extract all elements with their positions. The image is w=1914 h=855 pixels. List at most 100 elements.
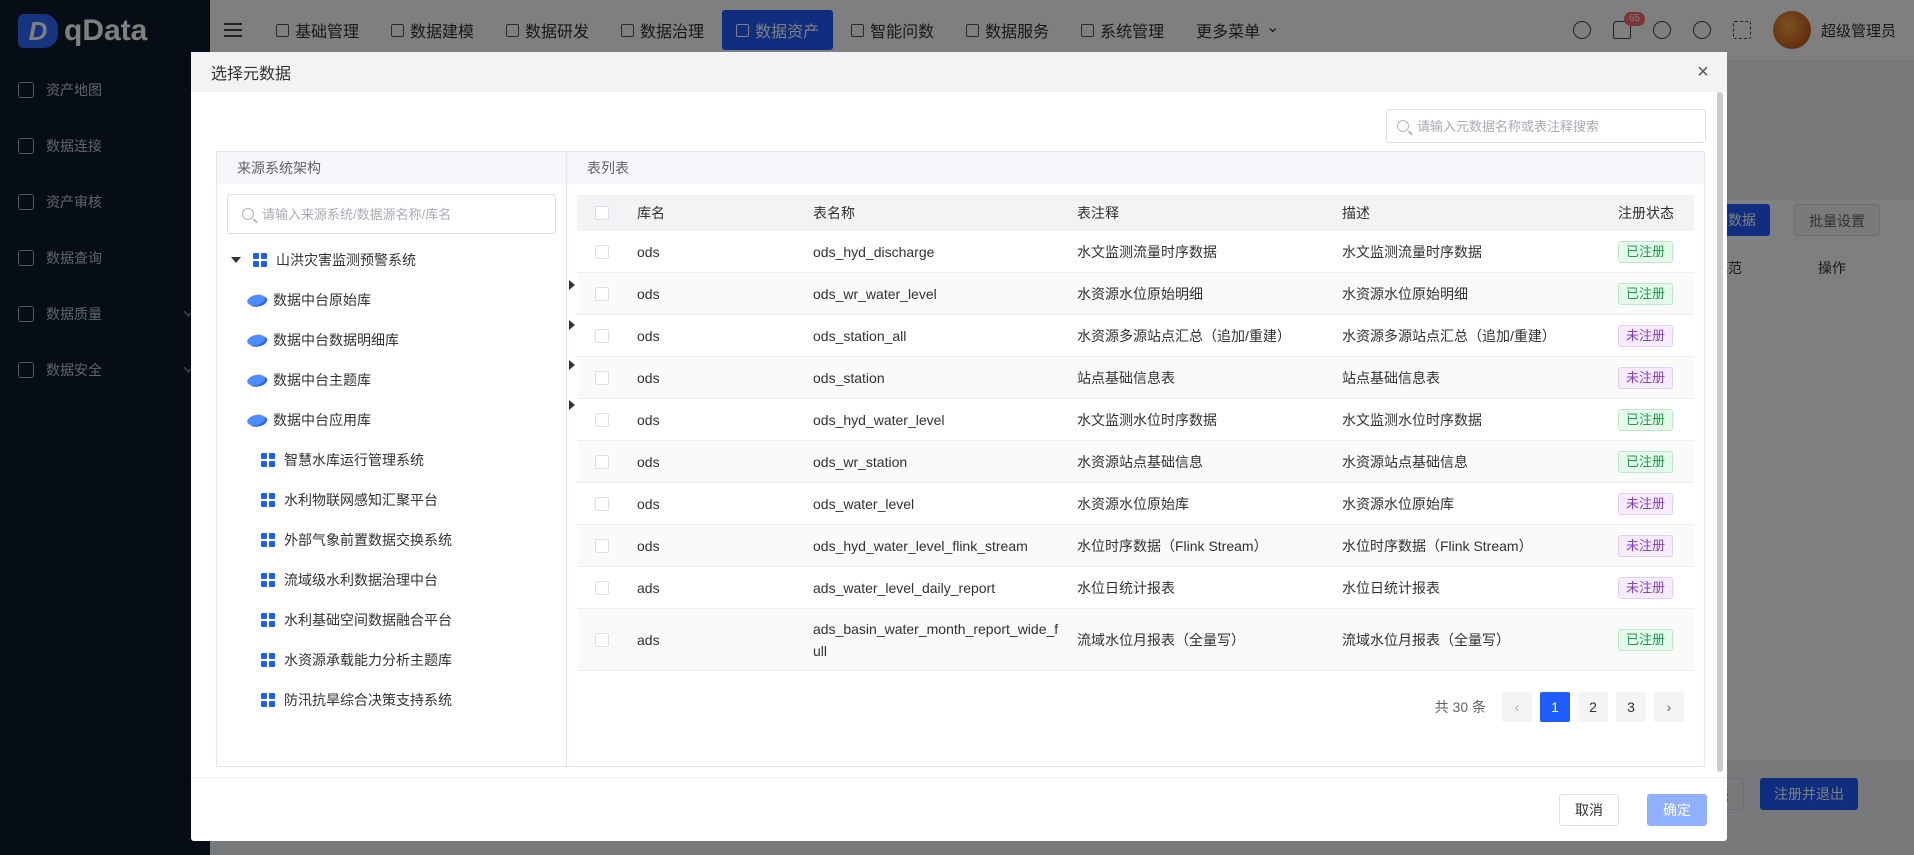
tree-node-label: 智慧水库运行管理系统 [284,452,424,468]
cell-comment: 水文监测水位时序数据 [1077,411,1217,428]
row-checkbox[interactable] [595,412,609,427]
row-checkbox[interactable] [595,370,609,385]
tree-node-label: 山洪灾害监测预警系统 [276,252,416,268]
database-icon [246,412,266,428]
next-page-button[interactable]: › [1654,692,1684,722]
cell-db: ods [637,285,660,302]
cell-name: ods_hyd_water_level [813,411,945,428]
dialog-scrollbar[interactable] [1717,92,1723,772]
status-badge: 已注册 [1618,282,1674,305]
cell-db: ods [637,411,660,428]
cell-db: ods [637,537,660,554]
cell-db: ods [637,327,660,344]
table-row[interactable]: ods ods_wr_station 水资源站点基础信息 水资源站点基础信息 已注册 [577,441,1694,483]
system-grid-icon [261,492,276,508]
confirm-button[interactable]: 确定 [1647,794,1707,826]
cell-desc: 站点基础信息表 [1342,369,1440,386]
table-row[interactable]: ods ods_wr_water_level 水资源水位原始明细 水资源水位原始明细 已… [577,273,1694,315]
row-checkbox[interactable] [595,454,609,469]
row-checkbox[interactable] [595,244,609,259]
tree-node-label: 数据中台原始库 [273,292,371,308]
tree-node-db[interactable]: 数据中台主题库 [217,360,575,400]
tree-node-system[interactable]: 水资源承载能力分析主题库 [217,640,566,680]
cell-name: ods_water_level [813,495,915,512]
tree-node-root[interactable]: 山洪灾害监测预警系统 [217,240,566,280]
cell-comment: 水资源水位原始库 [1077,495,1189,512]
system-grid-icon [253,252,268,268]
cell-desc: 水位时序数据（Flink Stream） [1342,537,1533,554]
row-checkbox[interactable] [595,580,609,595]
tree-node-db[interactable]: 数据中台原始库 [217,280,575,320]
tree-search-box [227,194,556,234]
row-checkbox[interactable] [595,632,609,647]
tree-node-system[interactable]: 外部气象前置数据交换系统 [217,520,566,560]
table-row[interactable]: ads ads_basin_water_month_report_wide_ful… [577,609,1694,671]
cell-comment: 流域水位月报表（全量写） [1077,631,1245,648]
database-icon [246,372,266,388]
cell-name: ods_station_all [813,327,907,344]
page-button-3[interactable]: 3 [1616,692,1646,722]
cell-desc: 水文监测水位时序数据 [1342,411,1482,428]
table-row[interactable]: ods ods_hyd_discharge 水文监测流量时序数据 水文监测流量时序数据… [577,231,1694,273]
tree-node-db[interactable]: 数据中台应用库 [217,400,575,440]
cell-name: ads_basin_water_month_report_wide_full [813,620,1059,659]
caret-down-icon[interactable] [231,257,241,263]
tree-node-label: 水利基础空间数据融合平台 [284,612,452,628]
status-badge: 未注册 [1618,576,1674,599]
col-name: 表名称 [813,205,855,221]
tree-node-system[interactable]: 水利物联网感知汇聚平台 [217,480,566,520]
table-row[interactable]: ods ods_water_level 水资源水位原始库 水资源水位原始库 未注册 [577,483,1694,525]
system-grid-icon [261,572,276,588]
cell-name: ods_wr_station [813,453,908,470]
source-tree-pane: 来源系统架构 山洪灾害监测预警系统数据中台原始库数据中台数据明细库数据中台主题库… [217,152,575,766]
tree-node-system[interactable]: 防汛抗旱综合决策支持系统 [217,680,566,720]
table-row[interactable]: ods ods_hyd_water_level_flink_stream 水位时序数… [577,525,1694,567]
tree-node-system[interactable]: 智慧水库运行管理系统 [217,440,566,480]
source-tree: 山洪灾害监测预警系统 数据中台原始库数据中台数据明细库数据中台主题库数据中台应用库… [217,240,575,720]
metadata-search-input[interactable] [1417,118,1705,134]
cell-db: ods [637,243,660,260]
tree-node-system[interactable]: 流域级水利数据治理中台 [217,560,566,600]
cell-desc: 水文监测流量时序数据 [1342,243,1482,260]
table-row[interactable]: ods ods_station 站点基础信息表 站点基础信息表 未注册 [577,357,1694,399]
status-badge: 已注册 [1618,628,1674,651]
cell-desc: 水资源多源站点汇总（追加/重建） [1342,327,1556,344]
table-row[interactable]: ads ads_water_level_daily_report 水位日统计报表 水位… [577,567,1694,609]
status-badge: 未注册 [1618,492,1674,515]
table-body: ods ods_hyd_discharge 水文监测流量时序数据 水文监测流量时序数据… [577,231,1694,671]
table-row[interactable]: ods ods_station_all 水资源多源站点汇总（追加/重建） 水资源多源站… [577,315,1694,357]
cell-db: ads [637,631,660,648]
system-grid-icon [261,652,276,668]
cell-comment: 水位日统计报表 [1077,579,1175,596]
tree-node-db[interactable]: 数据中台数据明细库 [217,320,575,360]
system-grid-icon [261,692,276,708]
status-badge: 未注册 [1618,366,1674,389]
table-row[interactable]: ods ods_hyd_water_level 水文监测水位时序数据 水文监测水位时序… [577,399,1694,441]
search-icon [242,208,254,220]
prev-page-button[interactable]: ‹ [1502,692,1532,722]
cancel-button[interactable]: 取消 [1559,794,1619,826]
page-button-1[interactable]: 1 [1540,692,1570,722]
cell-name: ods_wr_water_level [813,285,937,302]
col-comment: 表注释 [1077,205,1119,221]
page-button-2[interactable]: 2 [1578,692,1608,722]
dialog-title: 选择元数据 [211,65,292,83]
tree-search-input[interactable] [262,206,555,222]
tree-node-label: 数据中台主题库 [273,372,371,388]
row-checkbox[interactable] [595,496,609,511]
row-checkbox[interactable] [595,328,609,343]
cell-comment: 水文监测流量时序数据 [1077,243,1217,260]
tree-pane-header: 来源系统架构 [217,152,566,184]
row-checkbox[interactable] [595,538,609,553]
tree-node-label: 防汛抗旱综合决策支持系统 [284,692,452,708]
cell-name: ods_hyd_water_level_flink_stream [813,537,1028,554]
cell-comment: 水位时序数据（Flink Stream） [1077,537,1268,554]
close-icon[interactable]: × [1693,62,1713,82]
cell-desc: 水位日统计报表 [1342,579,1440,596]
tree-node-system[interactable]: 水利基础空间数据融合平台 [217,600,566,640]
col-desc: 描述 [1342,205,1370,221]
select-all-checkbox[interactable] [595,206,609,220]
row-checkbox[interactable] [595,286,609,301]
cell-comment: 水资源水位原始明细 [1077,285,1203,302]
cell-db: ads [637,579,660,596]
